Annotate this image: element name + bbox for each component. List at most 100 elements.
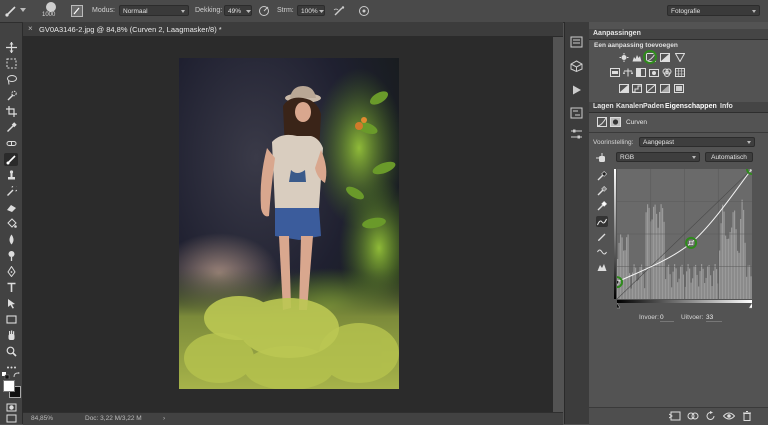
tool-preset-chevron-icon[interactable]: [20, 8, 26, 13]
brush-tool-icon[interactable]: [4, 4, 18, 17]
adjustments-sliders-icon[interactable]: [570, 128, 583, 140]
gradient-map-icon[interactable]: [660, 84, 670, 93]
blur-tool-icon[interactable]: [4, 233, 18, 246]
document-tab[interactable]: × GV0A3146-2.jpg @ 84,8% (Curven 2, Laag…: [23, 22, 563, 37]
color-balance-icon[interactable]: [623, 68, 633, 77]
quick-mask-icon[interactable]: [4, 401, 18, 414]
eraser-tool-icon[interactable]: [4, 201, 18, 214]
view-previous-state-icon[interactable]: [687, 411, 699, 421]
smooth-curve-icon[interactable]: [596, 246, 608, 257]
clone-stamp-tool-icon[interactable]: [4, 169, 18, 182]
dodge-tool-icon[interactable]: [4, 249, 18, 262]
play-action-icon[interactable]: [570, 84, 583, 96]
move-tool-icon[interactable]: [4, 41, 18, 54]
brush-panel-icon[interactable]: [71, 5, 83, 17]
properties-panel-icon[interactable]: [570, 107, 583, 119]
photo-filter-icon[interactable]: [649, 68, 659, 77]
quick-selection-tool-icon[interactable]: [4, 89, 18, 102]
clip-to-layer-icon[interactable]: [668, 411, 681, 421]
curves-graph[interactable]: [617, 169, 752, 309]
white-point-eyedropper-icon[interactable]: [596, 200, 608, 211]
invert-icon[interactable]: [619, 84, 629, 93]
foreground-color-swatch[interactable]: [3, 380, 15, 392]
tab-properties[interactable]: Eigenschappen: [665, 103, 717, 110]
type-tool-icon[interactable]: [4, 281, 18, 294]
histogram-bar: [675, 268, 677, 299]
exposure-icon[interactable]: [660, 53, 670, 62]
document-photo[interactable]: [179, 58, 399, 389]
airbrush-icon[interactable]: [333, 5, 346, 17]
path-selection-tool-icon[interactable]: [4, 297, 18, 310]
histogram-bar: [746, 276, 748, 299]
mode-select[interactable]: Normaal: [119, 5, 189, 16]
preset-select[interactable]: Aangepast: [639, 137, 755, 147]
histogram-bar: [701, 264, 703, 299]
pressure-size-icon[interactable]: [358, 5, 370, 17]
brush-tool-selected-icon[interactable]: [4, 153, 18, 166]
crop-tool-icon[interactable]: [4, 105, 18, 118]
histogram-bar: [641, 264, 643, 299]
rectangle-tool-icon[interactable]: [4, 313, 18, 326]
edit-points-curve-icon[interactable]: [596, 216, 608, 227]
pressure-opacity-icon[interactable]: [258, 5, 270, 17]
lasso-tool-icon[interactable]: [4, 73, 18, 86]
target-adjust-hand-icon[interactable]: [596, 153, 608, 163]
auto-button[interactable]: Automatisch: [705, 152, 753, 162]
curve-control-point[interactable]: [749, 169, 752, 172]
clipping-warning-icon[interactable]: [596, 261, 608, 272]
default-colors-icon[interactable]: [2, 372, 10, 380]
swap-colors-icon[interactable]: [13, 372, 20, 379]
draw-curve-pencil-icon[interactable]: [596, 231, 608, 242]
channel-mixer-icon[interactable]: [662, 68, 672, 77]
color-lookup-icon[interactable]: [675, 68, 685, 77]
tab-channels[interactable]: Kanalen: [616, 103, 643, 110]
vibrance-icon[interactable]: [675, 53, 685, 62]
histogram-bar: [659, 211, 661, 299]
black-white-icon[interactable]: [636, 68, 646, 77]
histogram-bar: [669, 274, 671, 299]
history-panel-icon[interactable]: [570, 36, 583, 48]
history-brush-tool-icon[interactable]: [4, 185, 18, 198]
paint-bucket-tool-icon[interactable]: [4, 217, 18, 230]
3d-panel-icon[interactable]: [570, 60, 583, 73]
layer-mask-icon[interactable]: [610, 117, 621, 127]
histogram-bar: [711, 286, 713, 299]
tab-paths[interactable]: Paden: [643, 103, 664, 110]
curve-control-point[interactable]: [617, 280, 620, 285]
zoom-level[interactable]: 84,85%: [31, 415, 53, 422]
tab-info[interactable]: Info: [720, 103, 733, 110]
black-point-slider[interactable]: [617, 302, 621, 309]
screen-mode-icon[interactable]: [4, 414, 18, 423]
zoom-tool-icon[interactable]: [4, 345, 18, 358]
histogram-bar: [647, 204, 649, 299]
posterize-icon[interactable]: [632, 84, 642, 93]
pen-tool-icon[interactable]: [4, 265, 18, 278]
channel-select[interactable]: RGB: [616, 152, 700, 162]
selective-color-icon[interactable]: [674, 84, 684, 93]
visibility-eye-icon[interactable]: [722, 411, 736, 421]
opacity-chevron-icon[interactable]: [246, 9, 251, 13]
gray-point-eyedropper-icon[interactable]: [596, 185, 608, 196]
threshold-icon[interactable]: [646, 84, 656, 93]
input-value[interactable]: 0: [660, 314, 674, 322]
status-menu-arrow-icon[interactable]: ›: [163, 415, 165, 422]
eyedropper-tool-icon[interactable]: [4, 121, 18, 134]
white-point-slider[interactable]: [748, 302, 752, 309]
reset-icon[interactable]: [705, 411, 717, 421]
brightness-contrast-icon[interactable]: [619, 53, 629, 62]
close-document-icon[interactable]: ×: [28, 24, 33, 33]
black-point-eyedropper-icon[interactable]: [596, 170, 608, 181]
workspace-select[interactable]: Fotografie: [667, 5, 760, 16]
output-value[interactable]: 33: [706, 314, 722, 322]
levels-icon[interactable]: [632, 53, 642, 62]
flow-chevron-icon[interactable]: [319, 9, 324, 13]
delete-trash-icon[interactable]: [741, 411, 753, 421]
curve-control-point[interactable]: [689, 240, 694, 246]
healing-brush-tool-icon[interactable]: [4, 137, 18, 150]
hand-tool-icon[interactable]: [4, 329, 18, 342]
adjustments-panel-header[interactable]: Aanpassingen: [589, 29, 768, 40]
brush-preview[interactable]: 1000: [41, 1, 61, 21]
hue-saturation-icon[interactable]: [610, 68, 620, 77]
tab-layers[interactable]: Lagen: [593, 103, 614, 110]
marquee-tool-icon[interactable]: [4, 57, 18, 70]
